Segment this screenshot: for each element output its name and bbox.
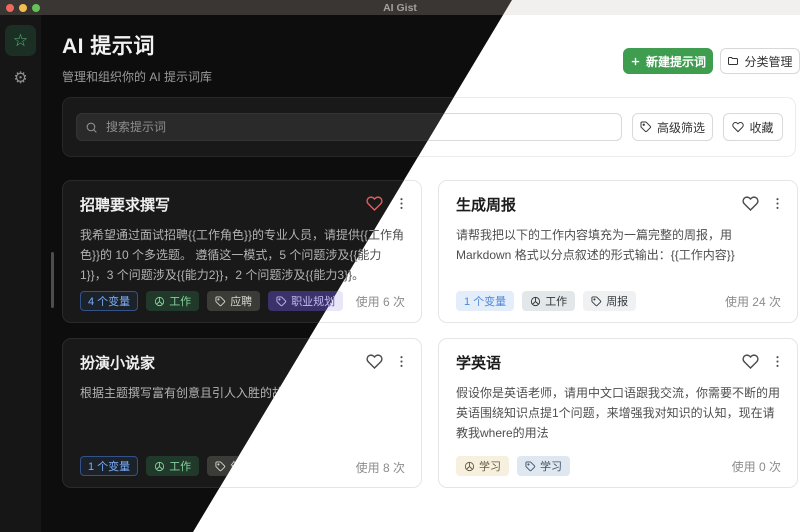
tag-label: 1 个变量 [88,458,130,474]
tag-label: 4 个变量 [88,293,130,309]
tag-label: 周报 [606,293,628,309]
heart-icon[interactable] [742,195,759,217]
tag-label: 学习 [479,458,501,474]
card-tags: 学习 学习 [456,456,732,476]
category-manage-button[interactable]: 分类管理 [720,48,800,74]
card-footer: 学习 学习 使用 0 次 [456,456,781,476]
page-title: AI 提示词 [62,30,155,60]
scrollbar-thumb[interactable] [51,252,54,308]
usage-count: 使用 6 次 [356,293,405,310]
more-menu-icon[interactable] [394,196,409,216]
card-body: 请帮我把以下的工作内容填充为一篇完整的周报，用 Markdown 格式以分点叙述… [456,225,781,265]
sidebar: ☆ ⚙ [0,15,42,532]
zoom-window-button[interactable] [32,4,40,12]
prompt-card[interactable]: 生成周报请帮我把以下的工作内容填充为一篇完整的周报，用 Markdown 格式以… [438,180,798,323]
tag-label: 学习 [540,458,562,474]
heart-icon[interactable] [742,353,759,375]
close-window-button[interactable] [6,4,14,12]
variable-count-badge[interactable]: 4 个变量 [80,291,138,311]
card-actions [742,195,785,217]
minimize-window-button[interactable] [19,4,27,12]
tag-chip[interactable]: 应聘 [207,291,260,311]
tag-label: 1 个变量 [464,293,506,309]
heart-icon [732,121,744,133]
category-icon [154,296,165,307]
card-footer: 1 个变量 工作 周报 使用 24 次 [456,291,781,311]
more-menu-icon[interactable] [770,196,785,216]
prompt-card[interactable]: 学英语假设你是英语老师，请用中文口语跟我交流，你需要不断的用英语围绕知识点提1个… [438,338,798,488]
new-prompt-button[interactable]: 新建提示词 [623,48,713,74]
search-icon [85,121,98,134]
category-icon [530,296,541,307]
advanced-filter-button[interactable]: 高级筛选 [632,113,713,141]
heart-icon[interactable] [366,353,383,375]
window-controls[interactable] [0,0,40,15]
tag-label: 工作 [169,293,191,309]
variable-count-badge[interactable]: 1 个变量 [80,456,138,476]
more-menu-icon[interactable] [770,354,785,374]
tag-chip[interactable]: 周报 [583,291,636,311]
sidebar-item-favorites[interactable]: ☆ [5,25,36,56]
tag-icon [215,461,226,472]
usage-count: 使用 8 次 [356,459,405,476]
tag-chip[interactable]: 工作 [522,291,575,311]
card-title: 学英语 [456,352,501,373]
category-icon [464,461,475,472]
tag-icon [640,121,652,133]
card-title: 生成周报 [456,194,516,215]
tag-label: 应聘 [230,293,252,309]
sidebar-item-settings[interactable]: ⚙ [5,63,36,94]
page-subtitle: 管理和组织你的 AI 提示词库 [62,68,212,85]
tag-icon [215,296,226,307]
tag-chip[interactable]: 学习 [456,456,509,476]
more-menu-icon[interactable] [394,354,409,374]
card-body: 假设你是英语老师，请用中文口语跟我交流，你需要不断的用英语围绕知识点提1个问题，… [456,383,781,443]
tag-chip[interactable]: 工作 [146,291,199,311]
tag-chip[interactable]: 学习 [517,456,570,476]
tag-icon [276,296,287,307]
tag-label: 工作 [545,293,567,309]
plus-icon [630,56,641,67]
tag-label: 工作 [169,458,191,474]
favorites-filter-button[interactable]: 收藏 [723,113,783,141]
tag-icon [591,296,602,307]
folder-icon [727,55,739,67]
usage-count: 使用 24 次 [725,293,781,310]
usage-count: 使用 0 次 [732,458,781,475]
tag-icon [525,461,536,472]
card-actions [366,353,409,375]
card-tags: 1 个变量 工作 周报 [456,291,725,311]
tag-chip[interactable]: 工作 [146,456,199,476]
card-title: 扮演小说家 [80,352,155,373]
gear-icon: ⚙ [13,71,27,87]
card-actions [742,353,785,375]
card-title: 招聘要求撰写 [80,194,170,215]
category-icon [154,461,165,472]
card-tags: 4 个变量工作应聘职业规划 [80,291,356,311]
variable-count-badge[interactable]: 1 个变量 [456,291,514,311]
window-title: AI Gist [383,2,417,14]
star-icon: ☆ [13,32,28,49]
heart-icon[interactable] [366,195,383,217]
